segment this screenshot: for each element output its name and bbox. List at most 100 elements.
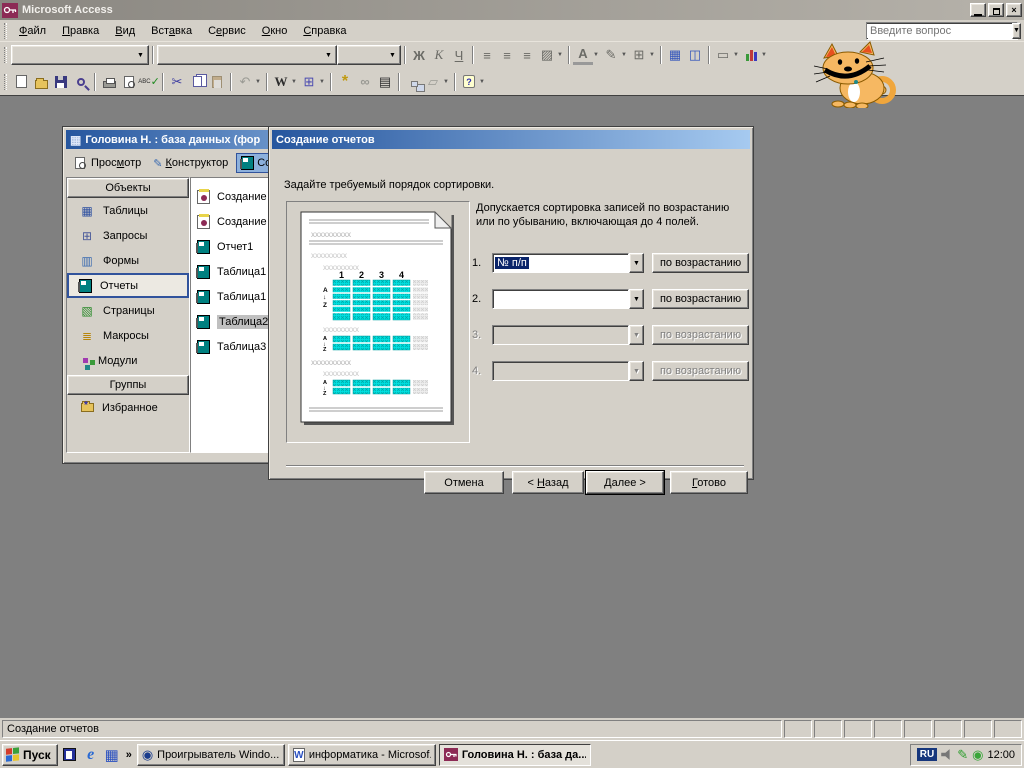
tray-app-icon[interactable]: ◉ — [972, 747, 983, 763]
chevron-down-icon[interactable]: ▼ — [629, 253, 644, 273]
ask-question-input[interactable] — [867, 23, 1012, 38]
align-left-icon[interactable]: ≡ — [477, 45, 497, 65]
print-icon[interactable] — [99, 72, 119, 92]
font-size-combobox[interactable]: ▼ — [337, 45, 401, 65]
window-switcher-icon[interactable]: ▦ — [103, 746, 121, 764]
copy-icon[interactable] — [187, 72, 207, 92]
chevron-down-icon[interactable]: ▼ — [479, 79, 487, 85]
task-word-document[interactable]: Wинформатика - Microsof... — [287, 743, 436, 766]
volume-icon[interactable] — [941, 749, 950, 760]
chevron-down-icon[interactable]: ▼ — [321, 46, 336, 64]
save-icon[interactable] — [51, 72, 71, 92]
chevron-more-icon[interactable]: » — [124, 749, 134, 761]
chevron-down-icon[interactable]: ▼ — [593, 52, 601, 58]
paste-icon[interactable] — [207, 72, 227, 92]
line-color-icon[interactable]: ✎ — [601, 45, 621, 65]
borders-icon[interactable]: ⊞ — [629, 45, 649, 65]
chevron-down-icon[interactable]: ▼ — [255, 79, 263, 85]
search-icon[interactable] — [71, 72, 91, 92]
align-right-icon[interactable]: ≡ — [517, 45, 537, 65]
close-button[interactable]: × — [1006, 3, 1022, 17]
relationships-disabled-icon[interactable]: ∞ — [355, 72, 375, 92]
menu-tools[interactable]: Сервис — [200, 22, 254, 40]
groups-header-button[interactable]: Группы — [67, 375, 189, 395]
menu-file[interactable]: Файл — [11, 22, 54, 40]
sort-order-2-button[interactable]: по возрастанию — [652, 289, 749, 309]
sidebar-item-forms[interactable]: ▥ Формы — [67, 248, 189, 273]
office-links-icon[interactable]: W — [271, 72, 291, 92]
chevron-down-icon[interactable]: ▼ — [557, 52, 565, 58]
properties-icon[interactable]: ▤ — [375, 72, 395, 92]
objects-header-button[interactable]: Объекты — [67, 178, 189, 198]
script-wand-icon[interactable]: * — [335, 72, 355, 92]
sort-field-2-combobox[interactable]: ▼ — [492, 289, 644, 309]
chevron-down-icon[interactable]: ▼ — [133, 46, 148, 64]
chart-icon[interactable] — [741, 45, 761, 65]
sidebar-item-queries[interactable]: ⊞ Запросы — [67, 223, 189, 248]
show-desktop-icon[interactable] — [61, 746, 79, 764]
menu-view[interactable]: Вид — [107, 22, 143, 40]
font-combobox[interactable]: ▼ — [157, 45, 337, 65]
chevron-down-icon[interactable]: ▼ — [733, 52, 741, 58]
chevron-down-icon[interactable]: ▼ — [1012, 22, 1021, 39]
clock[interactable]: 12:00 — [987, 749, 1015, 761]
chevron-down-icon[interactable]: ▼ — [621, 52, 629, 58]
menu-window[interactable]: Окно — [254, 22, 296, 40]
finish-button[interactable]: Готово — [670, 471, 748, 494]
internet-explorer-icon[interactable]: e — [82, 746, 100, 764]
italic-icon[interactable]: К — [429, 45, 449, 65]
align-center-icon[interactable]: ≡ — [497, 45, 517, 65]
sidebar-item-favorites[interactable]: * Избранное — [67, 395, 189, 420]
task-media-player[interactable]: ◉ Проигрыватель Windo... — [136, 743, 285, 766]
db-design-button[interactable]: ✎ Конструктор — [149, 155, 232, 172]
sidebar-item-macros[interactable]: ≣ Макросы — [67, 323, 189, 348]
toolbar-grip[interactable] — [4, 47, 7, 63]
cut-icon[interactable]: ✂ — [167, 72, 187, 92]
task-access-database[interactable]: Головина Н. : база да... — [438, 743, 591, 766]
chevron-down-icon[interactable]: ▼ — [761, 52, 769, 58]
underline-icon[interactable]: Ч — [449, 45, 469, 65]
sidebar-item-reports[interactable]: Отчеты — [67, 273, 189, 298]
language-indicator[interactable]: RU — [916, 748, 938, 761]
office-assistant-cat[interactable] — [812, 38, 904, 111]
menu-insert[interactable]: Вставка — [143, 22, 200, 40]
tray-pencil-icon[interactable]: ✎ — [957, 747, 968, 763]
restore-button[interactable] — [988, 3, 1004, 17]
sort-order-1-button[interactable]: по возрастанию — [652, 253, 749, 273]
sort-field-1-combobox[interactable]: № п/п ▼ — [492, 253, 644, 273]
ask-question-box[interactable]: ▼ — [866, 21, 1021, 40]
relationships-icon[interactable] — [403, 72, 423, 92]
sidebar-item-tables[interactable]: ▦ Таблицы — [67, 198, 189, 223]
undo-icon[interactable]: ↶ — [235, 72, 255, 92]
sidebar-item-pages[interactable]: ▧ Страницы — [67, 298, 189, 323]
bold-icon[interactable]: Ж — [409, 45, 429, 65]
wizard-titlebar[interactable]: Создание отчетов — [272, 130, 750, 149]
chevron-down-icon[interactable]: ▼ — [649, 52, 657, 58]
print-preview-icon[interactable] — [119, 72, 139, 92]
start-button[interactable]: Пуск — [2, 743, 58, 766]
sidebar-item-modules[interactable]: Модули — [67, 348, 189, 373]
toolbar-grip[interactable] — [4, 22, 7, 39]
chevron-down-icon[interactable]: ▼ — [291, 79, 299, 85]
object-combobox[interactable]: ▼ — [11, 45, 149, 65]
minimize-button[interactable] — [970, 3, 986, 17]
toolbar-grip[interactable] — [4, 73, 7, 90]
special-effect-icon[interactable]: ▭ — [713, 45, 733, 65]
new-object-icon[interactable]: ▱ — [423, 72, 443, 92]
back-button[interactable]: < Назад — [512, 471, 584, 494]
menu-edit[interactable]: Правка — [54, 22, 107, 40]
chevron-down-icon[interactable]: ▼ — [319, 79, 327, 85]
cancel-button[interactable]: Отмена — [424, 471, 504, 494]
column-width-icon[interactable]: ◫ — [685, 45, 705, 65]
chevron-down-icon[interactable]: ▼ — [443, 79, 451, 85]
open-icon[interactable] — [31, 72, 51, 92]
chevron-down-icon[interactable]: ▼ — [385, 46, 400, 64]
font-color-icon[interactable]: А — [573, 45, 593, 65]
next-button[interactable]: Далее > — [586, 471, 664, 494]
datasheet-icon[interactable]: ▦ — [665, 45, 685, 65]
menu-help[interactable]: Справка — [295, 22, 354, 40]
new-icon[interactable] — [11, 72, 31, 92]
analyze-icon[interactable]: ⊞ — [299, 72, 319, 92]
db-preview-button[interactable]: Просмотр — [68, 153, 145, 173]
fill-color-icon[interactable]: ▨ — [537, 45, 557, 65]
